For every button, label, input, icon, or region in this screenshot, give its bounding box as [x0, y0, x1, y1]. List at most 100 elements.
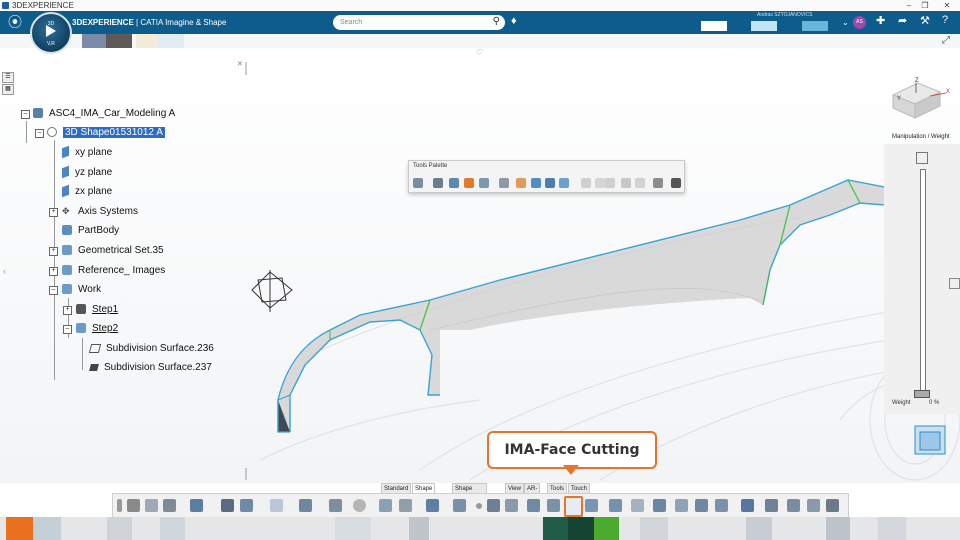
expand-toggle[interactable]: – [49, 286, 58, 295]
match-icon[interactable] [695, 499, 708, 512]
disabled-tool-icon[interactable] [595, 178, 605, 188]
plus-icon[interactable]: ✚ [876, 14, 885, 27]
sweep-icon[interactable] [741, 499, 754, 512]
cut-icon[interactable] [127, 499, 140, 512]
disabled-tool-icon[interactable] [635, 178, 645, 188]
help-icon[interactable]: ? [942, 14, 948, 26]
tree-root-label: ASC4_IMA_Car_Modeling A [49, 108, 176, 119]
search-input[interactable]: Search ⚲ [333, 15, 505, 30]
conversion-icon[interactable] [807, 499, 820, 512]
tag-icon[interactable]: ♦ [511, 15, 517, 27]
tools-palette[interactable]: Tools Palette [408, 160, 685, 193]
brand-app: | CATIA Imagine & Shape [133, 18, 227, 27]
curve-icon[interactable] [426, 499, 439, 512]
zoom-icon[interactable] [221, 499, 234, 512]
compass-button[interactable]: 3D V,R [30, 12, 72, 54]
weld-icon[interactable] [787, 499, 800, 512]
redacted-block [107, 517, 132, 540]
box-icon[interactable] [675, 499, 688, 512]
weight-slider-track[interactable] [920, 169, 926, 396]
tree-item-subdivision-236[interactable]: Subdivision Surface.236 [88, 342, 214, 356]
connect-icon[interactable] [715, 499, 728, 512]
avatar[interactable]: AS [853, 16, 866, 29]
select-icon[interactable] [299, 499, 312, 512]
tools-icon[interactable]: ⚒ [920, 14, 930, 27]
subdivide-icon[interactable] [547, 499, 560, 512]
grid-icon[interactable] [916, 152, 928, 164]
validate-icon[interactable] [671, 178, 681, 188]
action-bar-menu-icon[interactable] [117, 499, 122, 512]
user-name[interactable]: Andras SZTOJANOVICS [757, 12, 812, 18]
expand-toggle[interactable]: – [63, 325, 72, 334]
expand-toggle[interactable]: + [49, 247, 58, 256]
sphere-icon[interactable] [329, 499, 342, 512]
extrude-icon[interactable] [505, 499, 518, 512]
torus-icon[interactable] [399, 499, 412, 512]
translate-icon[interactable] [545, 178, 555, 188]
tree-item-yz-plane[interactable]: yz plane [62, 166, 112, 180]
copy-icon[interactable] [145, 499, 158, 512]
plane-icon [62, 166, 69, 179]
rotate-icon[interactable] [531, 178, 541, 188]
chevron-down-icon[interactable]: ⌄ [842, 18, 849, 27]
mirror-icon[interactable] [516, 178, 526, 188]
tree-item-step2[interactable]: Step2 [76, 322, 118, 336]
share-icon[interactable]: ➦ [898, 14, 907, 27]
ds-logo-icon[interactable]: ⦿ [6, 13, 24, 31]
edit-icon[interactable] [499, 178, 509, 188]
tree-item-subdivision-237[interactable]: Subdivision Surface.237 [89, 361, 212, 375]
paste-icon[interactable] [163, 499, 176, 512]
align-icon[interactable] [765, 499, 778, 512]
select-icon[interactable] [413, 178, 423, 188]
move-icon[interactable] [449, 178, 459, 188]
tree-item-step1[interactable]: Step1 [76, 303, 118, 317]
delete-face-icon[interactable] [631, 499, 644, 512]
expand-toggle[interactable]: – [35, 129, 44, 138]
point-icon[interactable] [476, 503, 482, 509]
redacted-block [33, 517, 61, 540]
tree-item-3d-shape[interactable]: 3D Shape01531012 A [47, 126, 165, 140]
robot-icon[interactable] [433, 178, 443, 188]
maximize-icon[interactable]: ⤢ [942, 35, 950, 46]
transform-icon[interactable] [479, 178, 489, 188]
tree-item-work[interactable]: Work [62, 283, 101, 297]
primitive-icon[interactable] [353, 499, 366, 512]
thickness-icon[interactable] [609, 499, 622, 512]
restore-button[interactable]: ❐ [918, 0, 932, 11]
tree-item-geometrical-set[interactable]: Geometrical Set.35 [62, 244, 164, 258]
cylinder-icon[interactable] [379, 499, 392, 512]
minimize-button[interactable]: – [902, 0, 916, 11]
expand-toggle[interactable]: + [63, 306, 72, 315]
undo-icon[interactable] [190, 499, 203, 512]
disabled-tool-icon[interactable] [605, 178, 615, 188]
expand-toggle[interactable]: – [21, 110, 30, 119]
scale-icon[interactable] [559, 178, 569, 188]
expand-toggle[interactable]: + [49, 208, 58, 217]
tree-item-zx-plane[interactable]: zx plane [62, 185, 112, 199]
heart-icon[interactable]: ♡ [476, 48, 483, 57]
expand-toggle[interactable]: + [49, 267, 58, 276]
tree-item-reference-images[interactable]: Reference_ Images [62, 264, 165, 278]
copy-icon[interactable] [653, 178, 663, 188]
net-icon[interactable] [453, 499, 466, 512]
crease-icon[interactable] [585, 499, 598, 512]
tree-item-partbody[interactable]: PartBody [62, 224, 119, 238]
camera-icon[interactable] [949, 278, 960, 289]
analysis-icon[interactable] [826, 499, 839, 512]
view-mode-icon[interactable] [240, 499, 253, 512]
axis-z-label: Z [915, 78, 919, 84]
symmetry-icon[interactable] [527, 499, 540, 512]
disabled-tool-icon[interactable] [581, 178, 591, 188]
settings-icon[interactable] [270, 499, 283, 512]
ima-face-cutting-button[interactable] [564, 496, 583, 517]
pattern-icon[interactable] [487, 499, 500, 512]
tree-root[interactable]: ASC4_IMA_Car_Modeling A [33, 107, 175, 121]
disabled-tool-icon[interactable] [621, 178, 631, 188]
tree-item-xy-plane[interactable]: xy plane [62, 146, 112, 160]
search-icon[interactable]: ⚲ [493, 16, 500, 27]
merge-icon[interactable] [653, 499, 666, 512]
tree-item-axis-systems[interactable]: ✥ Axis Systems [62, 205, 138, 219]
attenuation-icon[interactable] [464, 178, 474, 188]
close-button[interactable]: ✕ [940, 0, 954, 11]
weight-slider-handle[interactable] [914, 390, 930, 398]
